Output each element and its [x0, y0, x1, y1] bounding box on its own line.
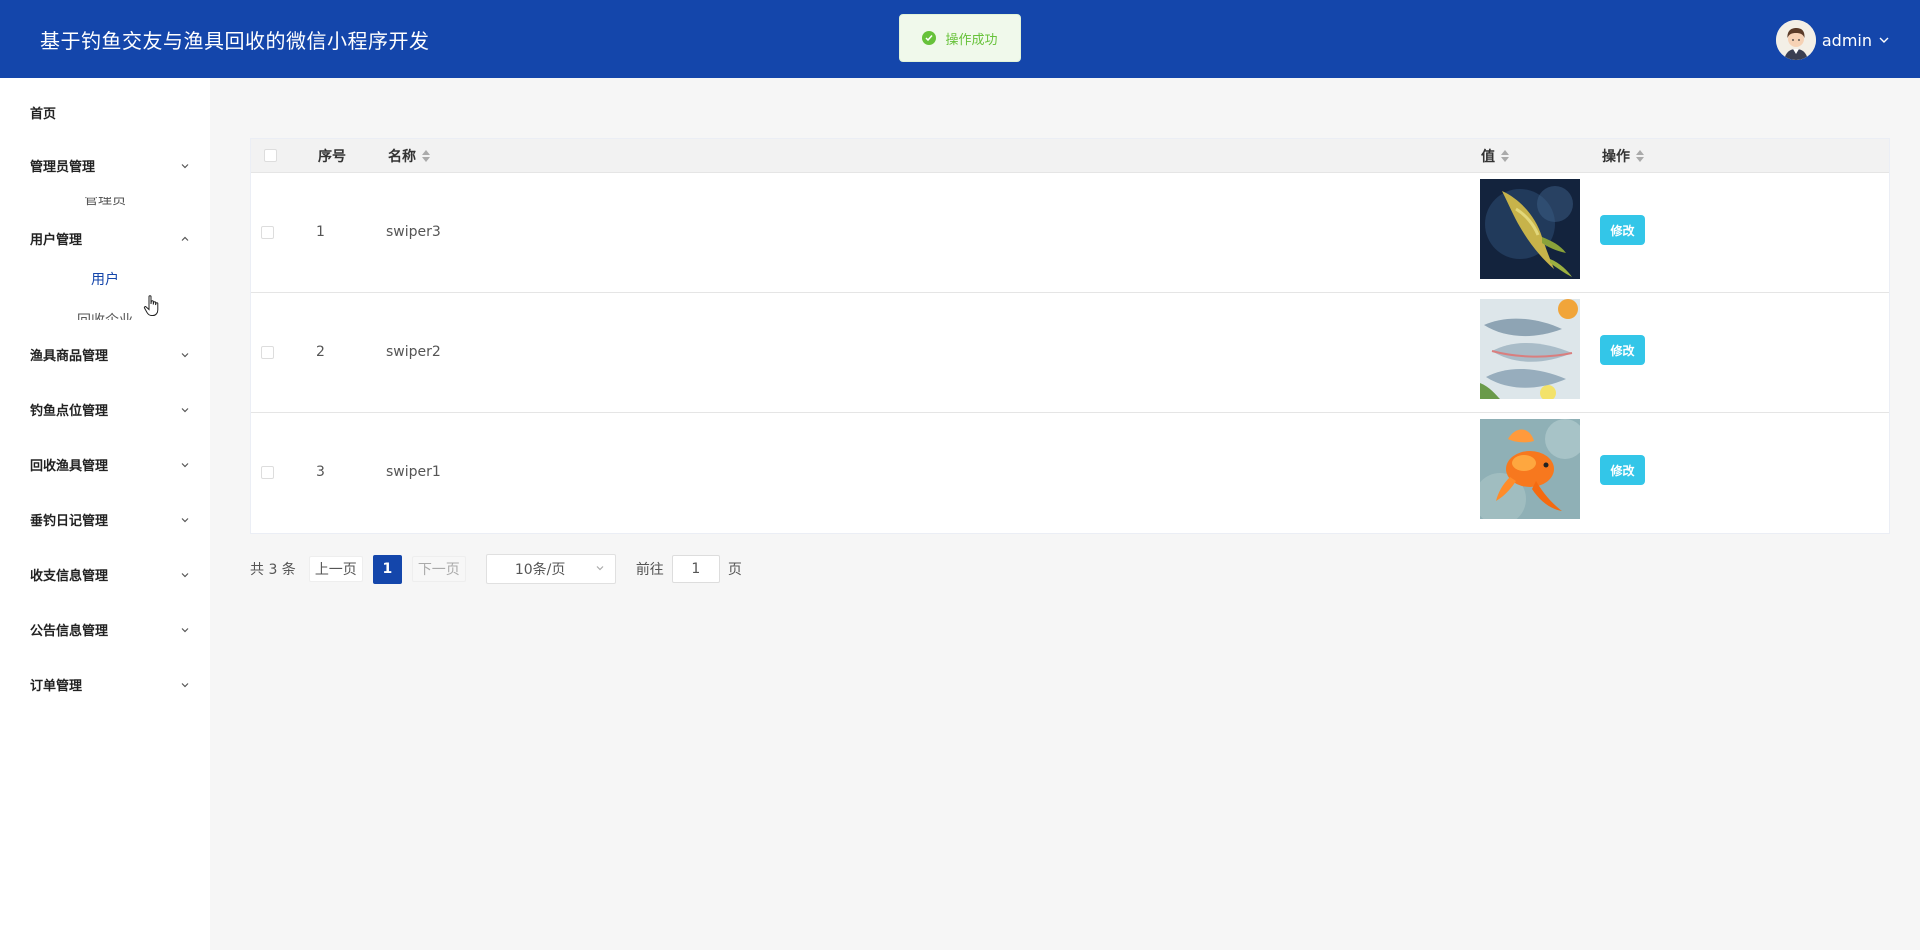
sidebar-item-home[interactable]: 首页: [0, 96, 210, 128]
select-all-checkbox[interactable]: [264, 149, 277, 162]
avatar: [1775, 20, 1816, 60]
sort-icon[interactable]: [422, 150, 430, 162]
user-menu[interactable]: admin: [1775, 20, 1890, 60]
row-name: swiper2: [386, 344, 441, 360]
column-header-action[interactable]: 操作: [1602, 139, 1644, 173]
pagination: 共 3 条 上一页 1 下一页 10条/页 前往 页: [250, 554, 742, 584]
goto-label: 前往: [635, 562, 664, 578]
edit-button[interactable]: 修改: [1600, 215, 1645, 245]
page-number-1[interactable]: 1: [372, 554, 402, 584]
row-index: 3: [316, 464, 325, 480]
row-name: swiper1: [386, 464, 441, 480]
chevron-up-icon: [180, 229, 190, 248]
check-circle-icon: [922, 31, 937, 45]
sidebar-item-label: 首页: [30, 106, 57, 122]
sidebar-item-label: 渔具商品管理: [30, 348, 109, 364]
fresh-fish-image: [1480, 299, 1580, 399]
row-index: 2: [316, 344, 325, 360]
column-header-index: 序号: [318, 149, 346, 165]
top-bar: 基于钓鱼交友与渔具回收的微信小程序开发 操作成功 admin: [0, 0, 1920, 78]
row-checkbox[interactable]: [261, 346, 274, 359]
total-count: 共 3 条: [250, 562, 296, 578]
chevron-down-icon: [180, 345, 190, 364]
sidebar-group-finance[interactable]: 收支信息管理: [0, 558, 210, 590]
chevron-down-icon: [180, 675, 190, 694]
chevron-down-icon: [180, 620, 190, 639]
fish-image: [1480, 179, 1580, 279]
goto-page-input[interactable]: [671, 555, 720, 583]
hand-cursor-icon: [143, 294, 163, 322]
table-row: 3 swiper1 修改: [251, 413, 1889, 533]
data-table: 序号 名称 值 操作 1 swiper3 修改 2 swiper2 修改 3 s…: [250, 138, 1890, 534]
sidebar-group-fishing-diary[interactable]: 垂钓日记管理: [0, 503, 210, 535]
chevron-down-icon: [1878, 31, 1890, 50]
row-checkbox[interactable]: [261, 466, 274, 479]
table-row: 2 swiper2 修改: [251, 293, 1889, 413]
sidebar-subitem-admin[interactable]: 管理员: [0, 197, 210, 207]
page-suffix: 页: [727, 562, 742, 578]
sidebar-item-label: 垂钓日记管理: [30, 513, 109, 529]
column-header-value[interactable]: 值: [1481, 139, 1509, 173]
sidebar-group-admin[interactable]: 管理员管理: [0, 149, 210, 181]
chevron-down-icon: [180, 400, 190, 419]
sidebar-subitem-recycle-company[interactable]: 回收企业: [0, 310, 210, 320]
sidebar-group-user[interactable]: 用户管理: [0, 222, 210, 254]
chevron-down-icon: [180, 510, 190, 529]
app-title: 基于钓鱼交友与渔具回收的微信小程序开发: [40, 29, 430, 53]
sidebar-subitem-user[interactable]: 用户: [0, 269, 210, 289]
page-size-select[interactable]: 10条/页: [485, 554, 616, 584]
sidebar: 首页 管理员管理 管理员 用户管理 用户 回收企业 渔具商品管理 钓鱼点位管理 …: [0, 78, 210, 950]
prev-page-button[interactable]: 上一页: [308, 556, 363, 582]
sidebar-item-label: 回收渔具管理: [30, 458, 109, 474]
sidebar-group-gear-goods[interactable]: 渔具商品管理: [0, 338, 210, 370]
goldfish-image: [1480, 419, 1580, 519]
edit-button[interactable]: 修改: [1600, 335, 1645, 365]
table-row: 1 swiper3 修改: [251, 173, 1889, 293]
sidebar-item-label: 收支信息管理: [30, 568, 109, 584]
sidebar-item-label: 钓鱼点位管理: [30, 403, 109, 419]
column-header-name[interactable]: 名称: [388, 139, 430, 173]
username: admin: [1821, 30, 1872, 50]
sidebar-group-fishing-spots[interactable]: 钓鱼点位管理: [0, 393, 210, 425]
chevron-down-icon: [595, 561, 605, 577]
row-name: swiper3: [386, 224, 441, 240]
sidebar-item-label: 公告信息管理: [30, 623, 109, 639]
chevron-down-icon: [180, 156, 190, 175]
toast-message: 操作成功: [945, 32, 998, 48]
sort-icon[interactable]: [1501, 150, 1509, 162]
success-toast: 操作成功: [899, 14, 1021, 62]
row-checkbox[interactable]: [261, 226, 274, 239]
next-page-button[interactable]: 下一页: [411, 556, 466, 582]
sidebar-item-label: 管理员管理: [30, 159, 96, 175]
table-header: 序号 名称 值 操作: [251, 139, 1889, 173]
edit-button[interactable]: 修改: [1600, 455, 1645, 485]
chevron-down-icon: [180, 455, 190, 474]
chevron-down-icon: [180, 565, 190, 584]
sidebar-group-announcements[interactable]: 公告信息管理: [0, 613, 210, 645]
sidebar-group-orders[interactable]: 订单管理: [0, 668, 210, 700]
row-index: 1: [316, 224, 325, 240]
sidebar-item-label: 订单管理: [30, 678, 83, 694]
sort-icon[interactable]: [1636, 150, 1644, 162]
sidebar-group-recycle-gear[interactable]: 回收渔具管理: [0, 448, 210, 480]
sidebar-item-label: 用户管理: [30, 232, 83, 248]
